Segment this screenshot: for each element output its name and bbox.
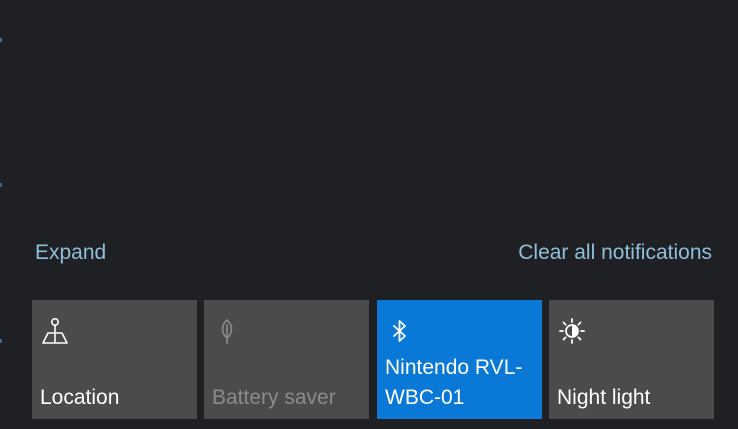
scroll-edge-marker <box>0 38 2 42</box>
clear-all-notifications-link[interactable]: Clear all notifications <box>518 239 712 267</box>
scroll-edge-marker <box>0 339 2 343</box>
night-light-icon <box>559 318 585 344</box>
tile-label: Night light <box>557 386 651 409</box>
leaf-icon <box>221 319 233 344</box>
tile-label: Location <box>40 386 120 409</box>
quick-action-battery-saver[interactable]: Battery saver <box>204 300 369 419</box>
quick-action-bluetooth[interactable]: Nintendo RVL-WBC-01 <box>377 300 542 419</box>
location-icon <box>42 317 68 344</box>
bluetooth-icon <box>393 320 406 342</box>
action-center-panel: Expand Clear all notifications Location … <box>0 0 738 429</box>
tile-label: Nintendo RVL-WBC-01 <box>385 356 523 409</box>
tile-label: Battery saver <box>212 386 336 409</box>
quick-action-location[interactable]: Location <box>32 300 197 419</box>
quick-action-night-light[interactable]: Night light <box>549 300 714 419</box>
expand-link[interactable]: Expand <box>35 239 106 267</box>
scroll-edge-marker <box>0 183 2 187</box>
